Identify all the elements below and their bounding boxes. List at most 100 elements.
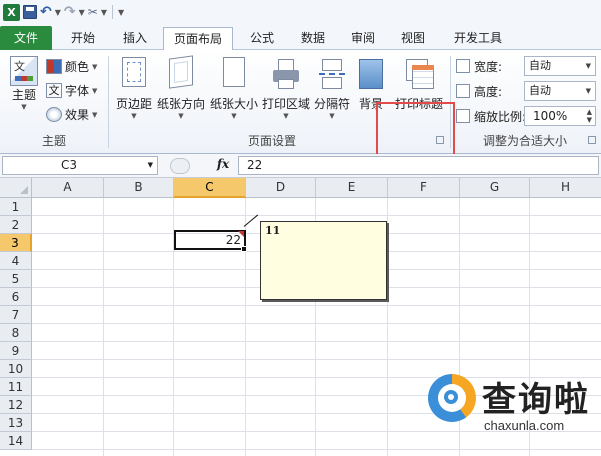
wrench-dropdown-icon[interactable]: ▼ (101, 3, 107, 21)
row-header-8[interactable]: 8 (0, 324, 32, 342)
column-header-c[interactable]: C (174, 178, 246, 198)
print-area-button[interactable]: 打印区域 ▼ (261, 54, 311, 130)
colors-button[interactable]: 颜色 ▼ (46, 56, 97, 77)
undo-icon[interactable]: ↶ (40, 3, 52, 21)
gridline-horizontal (32, 215, 601, 216)
scale-row: 缩放比例: (456, 105, 526, 127)
margins-button[interactable]: 页边距 ▼ (112, 54, 156, 130)
toolbar-separator (112, 5, 113, 19)
row-header-5[interactable]: 5 (0, 270, 32, 288)
column-header-a[interactable]: A (32, 178, 104, 198)
scale-launcher-icon[interactable] (588, 136, 596, 144)
chevron-down-icon: ▼ (147, 161, 153, 169)
select-all-button[interactable] (0, 178, 32, 198)
tab-insert[interactable]: 插入 (110, 27, 160, 50)
row-header-1[interactable]: 1 (0, 198, 32, 216)
print-area-label: 打印区域 (261, 97, 310, 111)
redo-icon[interactable]: ↷ (64, 3, 76, 21)
watermark-url: chaxunla.com (484, 418, 565, 433)
row-header-12[interactable]: 12 (0, 396, 32, 414)
row-header-10[interactable]: 10 (0, 360, 32, 378)
printer-icon (272, 57, 300, 91)
gridline-vertical (103, 198, 104, 456)
row-header-2[interactable]: 2 (0, 216, 32, 234)
customize-icon[interactable]: ▼ (118, 3, 124, 21)
tab-data[interactable]: 数据 (288, 27, 338, 50)
formula-bar-handle[interactable] (170, 158, 190, 174)
size-button[interactable]: 纸张大小 ▼ (208, 54, 260, 130)
fonts-button[interactable]: 文 字体 ▼ (46, 80, 97, 101)
tab-file[interactable]: 文件 (0, 26, 52, 50)
row-header-6[interactable]: 6 (0, 288, 32, 306)
tab-home[interactable]: 开始 (58, 27, 108, 50)
spin-down-icon[interactable]: ▼ (587, 116, 592, 124)
spin-up-icon[interactable]: ▲ (587, 108, 592, 116)
save-icon[interactable] (23, 5, 37, 19)
row-header-9[interactable]: 9 (0, 342, 32, 360)
tab-developer[interactable]: 开发工具 (446, 27, 510, 50)
row-header-14[interactable]: 14 (0, 432, 32, 450)
insert-function-icon[interactable]: fx (212, 157, 234, 171)
redo-dropdown-icon[interactable]: ▼ (79, 3, 85, 21)
effects-label: 效果 (65, 108, 90, 122)
width-select[interactable]: 自动 ▼ (524, 56, 596, 76)
themes-button[interactable]: 主题 ▼ (6, 54, 42, 124)
watermark-title: 查询啦 (482, 380, 590, 420)
column-header-e[interactable]: E (316, 178, 388, 198)
excel-icon[interactable]: X (3, 3, 20, 21)
ribbon-tabs: 文件 开始 插入 页面布局 公式 数据 审阅 视图 开发工具 (0, 24, 601, 51)
row-header-7[interactable]: 7 (0, 306, 32, 324)
row-header-11[interactable]: 11 (0, 378, 32, 396)
cell-comment[interactable]: 11 (260, 221, 387, 300)
print-titles-icon (404, 57, 434, 91)
themes-label: 主题 (11, 88, 36, 102)
orientation-icon (169, 55, 193, 89)
colors-label: 颜色 (65, 60, 90, 74)
row-header-4[interactable]: 4 (0, 252, 32, 270)
gridline-horizontal (32, 305, 601, 306)
selected-cell-c3[interactable]: 22 (174, 230, 246, 250)
chevron-down-icon: ▼ (131, 112, 137, 120)
scale-spinner[interactable]: 100% ▲ ▼ (524, 106, 596, 126)
column-header-f[interactable]: F (388, 178, 460, 198)
comment-indicator (238, 231, 244, 237)
height-select[interactable]: 自动 ▼ (524, 81, 596, 101)
tab-view[interactable]: 视图 (388, 27, 438, 50)
width-row: 宽度: (456, 55, 502, 77)
ribbon: 主题 ▼ 颜色 ▼ 文 字体 ▼ 效果 ▼ 主题 页边距 ▼ 纸张方向 ▼ 纸张… (0, 50, 601, 168)
themes-icon (10, 56, 38, 86)
scale-icon (456, 109, 470, 123)
watermark: 查询啦 chaxunla.com (424, 366, 601, 456)
colors-icon (46, 59, 62, 74)
row-header-3[interactable]: 3 (0, 234, 32, 252)
scale-label: 缩放比例: (474, 109, 527, 124)
quick-access-toolbar: X ↶ ▼ ↷ ▼ ✂ ▼ ▼ (0, 0, 601, 24)
name-box[interactable]: C3 ▼ (2, 156, 158, 175)
tab-page-layout[interactable]: 页面布局 (163, 27, 233, 51)
column-header-h[interactable]: H (530, 178, 601, 198)
margins-icon (122, 57, 146, 87)
width-icon (456, 59, 470, 73)
breaks-label: 分隔符 (313, 97, 350, 111)
column-header-d[interactable]: D (246, 178, 316, 198)
chevron-down-icon: ▼ (585, 62, 591, 70)
name-box-value: C3 (61, 158, 78, 172)
chevron-down-icon: ▼ (283, 112, 289, 120)
column-header-g[interactable]: G (460, 178, 530, 198)
effects-button[interactable]: 效果 ▼ (46, 104, 97, 125)
tab-formulas[interactable]: 公式 (237, 27, 287, 50)
column-header-b[interactable]: B (104, 178, 174, 198)
row-header-13[interactable]: 13 (0, 414, 32, 432)
orientation-label: 纸张方向 (157, 97, 206, 111)
gridline-vertical (387, 198, 388, 456)
undo-dropdown-icon[interactable]: ▼ (55, 3, 61, 21)
height-value: 自动 (529, 84, 551, 97)
formula-input[interactable]: 22 (238, 156, 599, 175)
wrench-icon[interactable]: ✂ (88, 3, 98, 21)
fill-handle[interactable] (241, 246, 247, 252)
tab-review[interactable]: 审阅 (338, 27, 388, 50)
page-setup-group-label: 页面设置 (247, 134, 296, 148)
breaks-button[interactable]: 分隔符 ▼ (312, 54, 352, 130)
chevron-down-icon: ▼ (21, 103, 27, 111)
orientation-button[interactable]: 纸张方向 ▼ (157, 54, 205, 130)
